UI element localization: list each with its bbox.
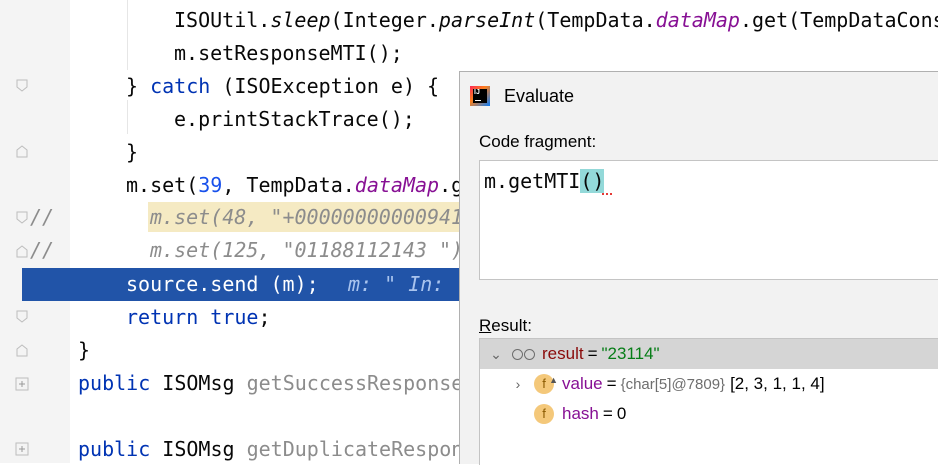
code-line-8[interactable]: m.set(125, "01188112143 ") xyxy=(150,234,463,267)
code-fragment-label: Code fragment: xyxy=(479,132,597,151)
line-comment-marker: // xyxy=(30,205,55,229)
result-tree[interactable]: ⌄ result = "23114" › f ▲ value = {char[5]… xyxy=(479,338,938,465)
tree-row-value[interactable]: › f ▲ value = {char[5]@7809} [2, 3, 1, 1,… xyxy=(480,369,938,399)
code-line-2[interactable]: m.setResponseMTI(); xyxy=(174,37,403,70)
inline-debug-value: m: " In: . xyxy=(348,272,469,296)
tree-row-hash[interactable]: f hash = 0 xyxy=(480,399,938,429)
code-line-6[interactable]: m.set(39, TempData.dataMap.g xyxy=(126,169,463,202)
fold-icon[interactable] xyxy=(14,243,30,259)
fold-icon[interactable] xyxy=(14,210,30,226)
code-line-5[interactable]: } xyxy=(126,136,138,169)
fold-icon[interactable] xyxy=(14,309,30,325)
code-line-13[interactable]: public ISOMsg getDuplicateRespon xyxy=(78,433,463,466)
code-line-7[interactable]: m.set(48, "+00000000000941 xyxy=(150,201,463,234)
code-line-12[interactable]: public ISOMsg getSuccessResponse xyxy=(78,367,463,400)
dialog-title: Evaluate xyxy=(504,85,575,106)
dialog-title-bar[interactable]: IJ Evaluate xyxy=(470,84,574,108)
fold-icon[interactable] xyxy=(14,342,30,358)
field-type: {char[5]@7809} xyxy=(620,375,726,393)
error-squiggle xyxy=(602,189,612,195)
matched-paren: () xyxy=(580,169,605,193)
code-fragment-text[interactable]: m.getMTI() xyxy=(484,169,605,193)
code-line-4[interactable]: e.printStackTrace(); xyxy=(174,103,415,136)
logo-text: IJ xyxy=(474,89,480,96)
code-line-1[interactable]: ISOUtil.sleep(Integer.parseInt(TempData.… xyxy=(174,4,938,37)
field-name: value xyxy=(562,374,603,393)
code-line-3[interactable]: } catch (ISOException e) { xyxy=(126,70,439,103)
field-value: 0 xyxy=(616,404,627,423)
expand-icon[interactable] xyxy=(14,441,30,457)
line-comment-marker: // xyxy=(30,238,55,262)
indent-guide xyxy=(127,0,128,70)
result-value: "23114" xyxy=(601,344,660,363)
fold-icon[interactable] xyxy=(14,78,30,94)
intellij-logo-icon: IJ xyxy=(470,86,490,106)
code-fragment-input[interactable]: m.getMTI() xyxy=(479,160,938,280)
fold-icon[interactable] xyxy=(14,143,30,159)
result-name: result xyxy=(542,344,584,363)
result-label: Result: xyxy=(479,316,532,335)
code-line-11[interactable]: } xyxy=(78,334,90,367)
field-icon: f xyxy=(534,404,554,424)
indent-guide xyxy=(127,100,128,134)
field-icon: f ▲ xyxy=(534,374,558,394)
chevron-down-icon[interactable]: ⌄ xyxy=(490,346,502,363)
field-name: hash xyxy=(562,404,599,423)
field-value: [2, 3, 1, 1, 4] xyxy=(730,374,825,393)
watch-glasses-icon xyxy=(512,348,536,360)
code-line-10[interactable]: return true; xyxy=(126,301,271,334)
evaluate-dialog[interactable]: IJ Evaluate Code fragment: m.getMTI() Re… xyxy=(459,71,938,465)
chevron-right-icon[interactable]: › xyxy=(512,376,524,392)
tree-row-result[interactable]: ⌄ result = "23114" xyxy=(480,339,938,369)
code-line-9[interactable]: source.send (m); xyxy=(126,268,319,301)
expand-icon[interactable] xyxy=(14,376,30,392)
